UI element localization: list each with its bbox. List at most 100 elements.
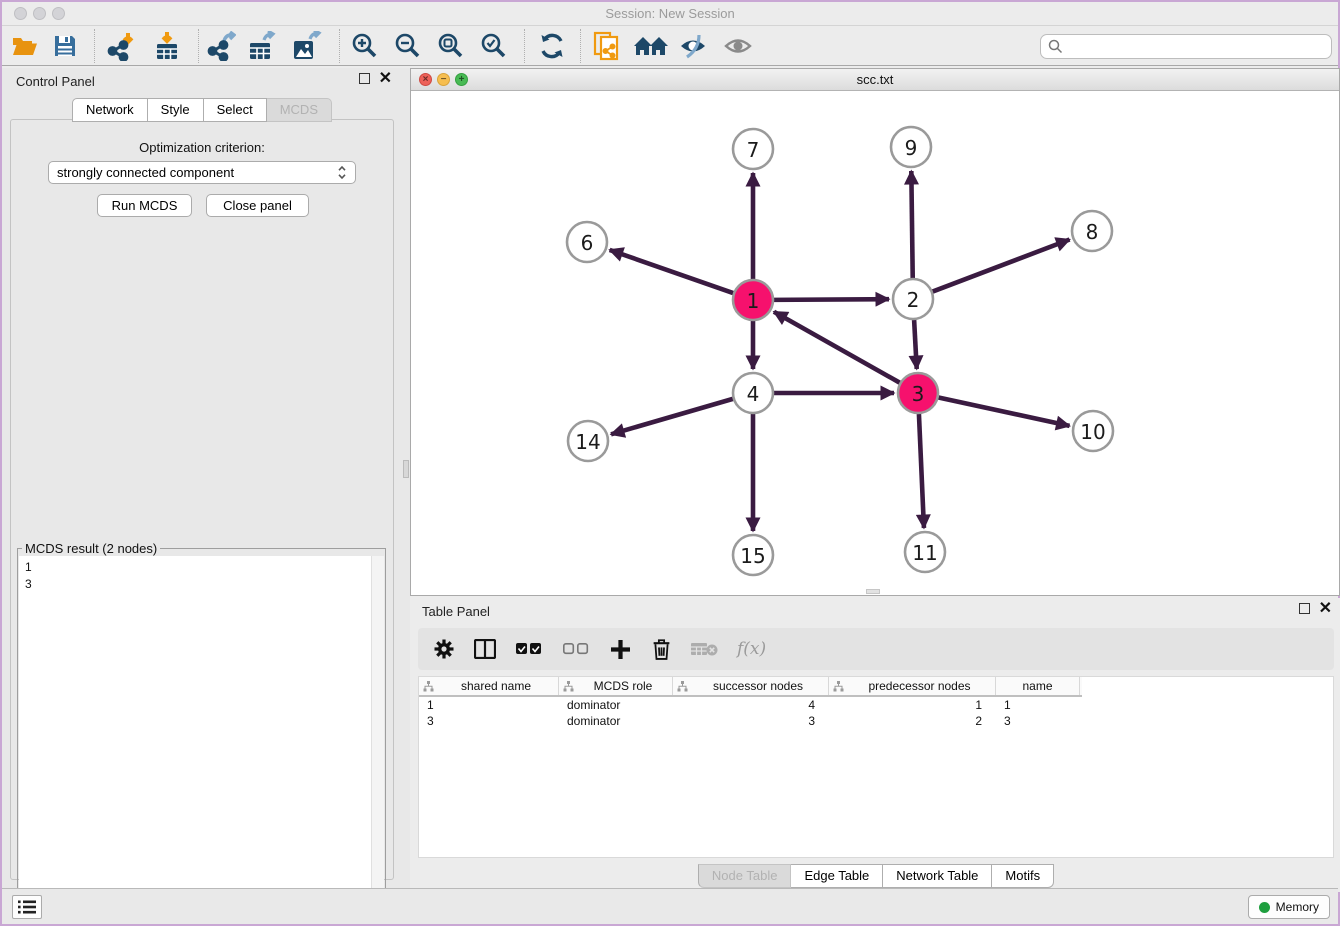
show-panels-eye-icon[interactable] <box>723 31 753 61</box>
control-panel: Control Panel ✕ NetworkStyleSelectMCDS O… <box>2 68 402 892</box>
mcds-result-list[interactable]: 1 3 <box>19 556 384 922</box>
search-icon <box>1048 39 1063 54</box>
run-mcds-button[interactable]: Run MCDS <box>97 194 192 217</box>
node-10[interactable]: 10 <box>1073 411 1113 451</box>
node-15[interactable]: 15 <box>733 535 773 575</box>
node-table[interactable]: shared nameMCDS rolesuccessor nodesprede… <box>418 676 1334 858</box>
network-window-titlebar[interactable]: × − + scc.txt <box>411 69 1339 91</box>
search-input[interactable] <box>1068 39 1331 54</box>
close-panel-button[interactable]: Close panel <box>206 194 309 217</box>
tab-select[interactable]: Select <box>204 98 267 122</box>
column-header-successor-nodes[interactable]: successor nodes <box>673 677 829 695</box>
memory-button[interactable]: Memory <box>1248 895 1330 919</box>
network-window-title: scc.txt <box>411 72 1339 87</box>
edge-3-10[interactable] <box>939 397 1070 425</box>
tab-node-table[interactable]: Node Table <box>698 864 792 888</box>
node-2[interactable]: 2 <box>893 279 933 319</box>
task-history-button[interactable] <box>12 895 42 919</box>
float-table-panel-icon[interactable] <box>1299 603 1310 614</box>
edge-1-2[interactable] <box>774 299 889 300</box>
node-7[interactable]: 7 <box>733 129 773 169</box>
column-header-MCDS-role[interactable]: MCDS role <box>559 677 673 695</box>
edge-4-14[interactable] <box>611 399 733 434</box>
export-image-icon[interactable] <box>292 31 322 61</box>
node-14[interactable]: 14 <box>568 421 608 461</box>
add-column-icon[interactable] <box>608 637 632 661</box>
vertical-splitter[interactable] <box>402 68 410 892</box>
deselect-all-checkboxes-icon[interactable] <box>561 637 591 661</box>
float-panel-icon[interactable] <box>359 73 370 84</box>
node-label: 15 <box>740 544 765 568</box>
tab-motifs[interactable]: Motifs <box>992 864 1054 888</box>
node-3[interactable]: 3 <box>898 373 938 413</box>
tab-style[interactable]: Style <box>148 98 204 122</box>
refresh-view-icon[interactable] <box>537 31 567 61</box>
edge-2-8[interactable] <box>933 240 1070 292</box>
table-panel: Table Panel ✕ <box>410 598 1340 892</box>
edge-2-9[interactable] <box>911 171 912 278</box>
column-view-icon[interactable] <box>473 637 497 661</box>
import-network-icon[interactable] <box>106 31 136 61</box>
settings-gear-icon[interactable] <box>432 637 456 661</box>
node-label: 10 <box>1080 420 1105 444</box>
close-panel-icon[interactable]: ✕ <box>379 73 392 84</box>
application-window: Session: New Session <box>0 0 1340 926</box>
node-8[interactable]: 8 <box>1072 211 1112 251</box>
network-canvas[interactable]: 7 9 6 8 1 2 4 3 14 10 15 11 <box>411 91 1339 595</box>
table-row[interactable]: 1dominator411 <box>419 697 1333 713</box>
network-window: × − + scc.txt 7 9 6 8 1 2 4 3 14 10 15 11 <box>410 68 1340 596</box>
zoom-out-icon[interactable] <box>393 31 423 61</box>
import-table-icon[interactable] <box>152 31 182 61</box>
edge-1-6[interactable] <box>610 250 734 293</box>
home-icon[interactable] <box>632 31 670 61</box>
memory-label: Memory <box>1276 900 1319 914</box>
optimization-criterion-dropdown[interactable]: strongly connected component <box>48 161 356 184</box>
node-label: 7 <box>747 138 760 162</box>
open-session-icon[interactable] <box>10 31 40 61</box>
node-4[interactable]: 4 <box>733 373 773 413</box>
node-1[interactable]: 1 <box>733 280 773 320</box>
node-9[interactable]: 9 <box>891 127 931 167</box>
mcds-result-line: 1 <box>25 559 378 576</box>
edge-2-3[interactable] <box>914 320 917 369</box>
column-header-shared-name[interactable]: shared name <box>419 677 559 695</box>
mcds-result-title: MCDS result (2 nodes) <box>22 541 160 556</box>
table-row[interactable]: 3dominator323 <box>419 713 1333 729</box>
node-6[interactable]: 6 <box>567 222 607 262</box>
close-table-panel-icon[interactable]: ✕ <box>1319 603 1332 614</box>
tab-network-table[interactable]: Network Table <box>883 864 992 888</box>
tab-edge-table[interactable]: Edge Table <box>791 864 883 888</box>
edge-3-1[interactable] <box>774 312 900 383</box>
zoom-in-icon[interactable] <box>350 31 380 61</box>
node-11[interactable]: 11 <box>905 532 945 572</box>
column-header-predecessor-nodes[interactable]: predecessor nodes <box>829 677 996 695</box>
save-session-icon[interactable] <box>50 31 80 61</box>
table-body: 1dominator4113dominator323 <box>419 697 1333 729</box>
node-label: 1 <box>747 289 760 313</box>
tab-network[interactable]: Network <box>72 98 148 122</box>
search-box[interactable] <box>1040 34 1332 59</box>
edge-3-11[interactable] <box>919 414 924 528</box>
table-cell: 1 <box>419 698 559 712</box>
session-title: Session: New Session <box>2 6 1338 21</box>
node-label: 3 <box>912 382 925 406</box>
table-header-row: shared nameMCDS rolesuccessor nodesprede… <box>419 677 1082 697</box>
delete-column-trash-icon[interactable] <box>649 637 673 661</box>
delete-table-icon[interactable] <box>690 637 720 661</box>
table-toolbar: f(x) <box>418 628 1334 670</box>
splitter-grip[interactable] <box>403 460 409 478</box>
hide-panels-eye-slash-icon[interactable] <box>678 31 708 61</box>
result-scrollbar[interactable] <box>371 556 384 922</box>
export-table-icon[interactable] <box>248 31 278 61</box>
table-cell: 2 <box>829 714 996 728</box>
tab-mcds[interactable]: MCDS <box>267 98 332 122</box>
table-cell: 4 <box>673 698 829 712</box>
zoom-selected-icon[interactable] <box>479 31 509 61</box>
export-network-icon[interactable] <box>206 31 236 61</box>
horizontal-splitter-grip[interactable] <box>866 589 880 594</box>
zoom-fit-icon[interactable] <box>436 31 466 61</box>
function-builder-icon[interactable]: f(x) <box>737 639 766 659</box>
select-all-checkboxes-icon[interactable] <box>514 637 544 661</box>
clone-network-icon[interactable] <box>592 31 622 61</box>
column-header-name[interactable]: name <box>996 677 1080 695</box>
